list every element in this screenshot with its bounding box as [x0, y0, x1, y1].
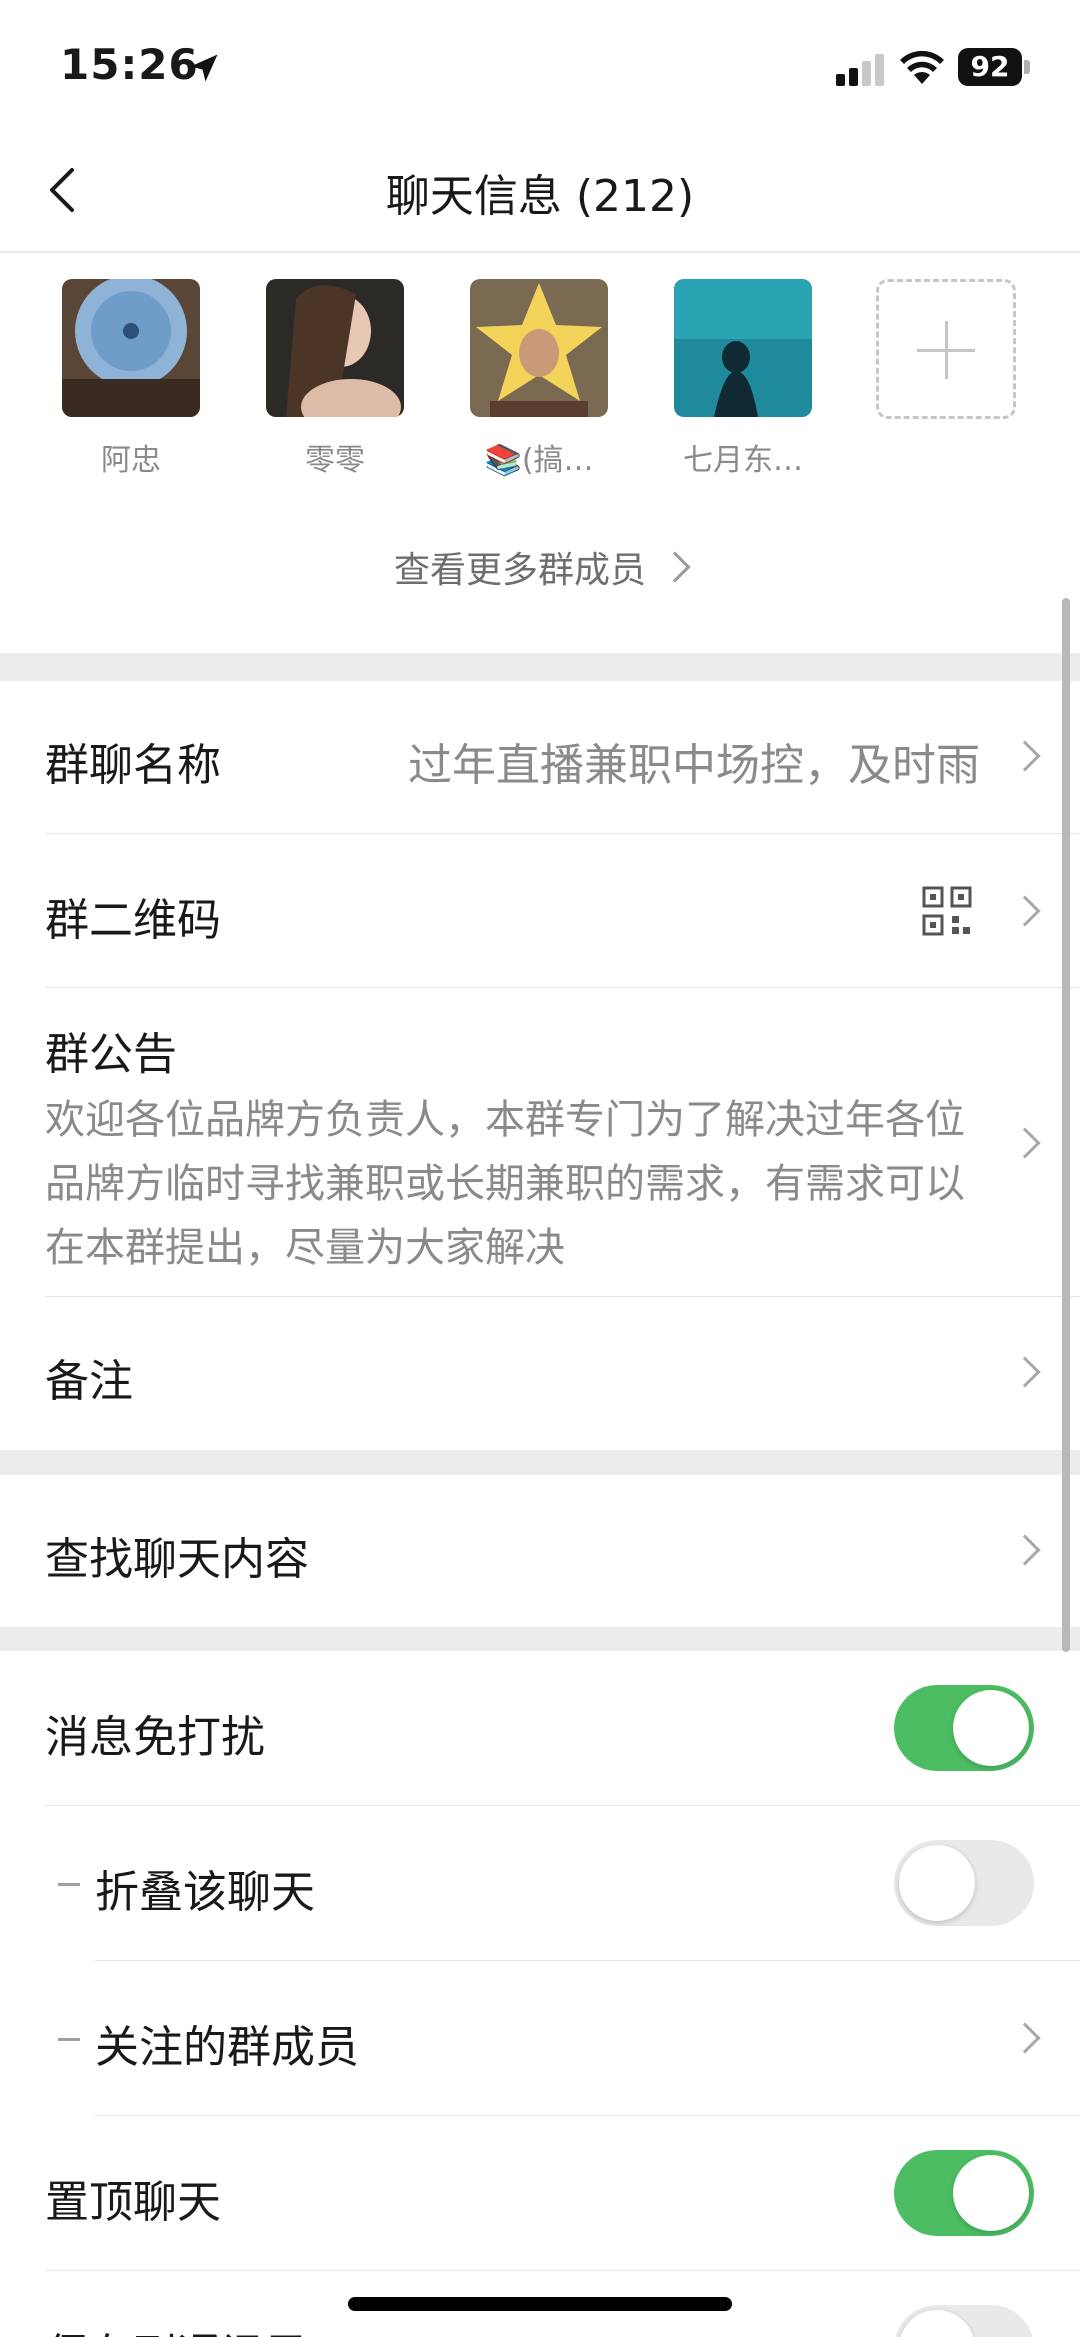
chevron-right-icon	[659, 551, 691, 583]
wifi-icon	[900, 50, 944, 84]
scrollbar[interactable]	[1062, 598, 1070, 1652]
remark-label: 备注	[45, 1356, 133, 1407]
home-indicator[interactable]	[348, 2297, 732, 2311]
avatar	[62, 275, 200, 417]
battery-indicator: 92	[958, 48, 1030, 86]
add-member-button[interactable]	[876, 279, 1016, 419]
mute-row: 消息免打扰	[0, 1651, 1080, 1806]
group-announcement-label: 群公告	[45, 1029, 177, 1080]
member-name: 零零	[305, 443, 365, 478]
member-item[interactable]: 阿忠	[62, 275, 200, 479]
chevron-right-icon	[1009, 2022, 1041, 2054]
member-name: 📚(搞…	[484, 443, 594, 478]
mute-toggle[interactable]	[894, 1685, 1034, 1771]
group-name-label: 群聊名称	[45, 740, 221, 791]
search-chat-label: 查找聊天内容	[45, 1534, 309, 1585]
toggle-knob	[899, 2310, 975, 2337]
pin-chat-toggle[interactable]	[894, 2150, 1034, 2236]
remark-row[interactable]: 备注	[0, 1297, 1080, 1450]
save-to-contacts-toggle[interactable]	[894, 2305, 1034, 2337]
dash-icon	[58, 1883, 80, 1886]
chevron-right-icon	[1009, 1127, 1041, 1159]
group-qr-label: 群二维码	[45, 895, 221, 946]
dash-icon	[58, 2038, 80, 2041]
view-more-members-label: 查看更多群成员	[393, 550, 646, 591]
followed-members-row[interactable]: 关注的群成员	[0, 1961, 1080, 2116]
toggle-knob	[899, 1845, 975, 1921]
group-announcement-text: 欢迎各位品牌方负责人，本群专门为了解决过年各位品牌方临时寻找兼职或长期兼职的需求…	[45, 1097, 965, 1271]
chevron-right-icon	[1009, 895, 1041, 927]
followed-members-label: 关注的群成员	[95, 2022, 359, 2073]
mute-label: 消息免打扰	[45, 1712, 265, 1763]
member-item[interactable]: 七月东…	[674, 279, 812, 479]
member-item[interactable]: 零零	[266, 279, 404, 479]
pin-chat-row: 置顶聊天	[0, 2116, 1080, 2271]
toggle-knob	[953, 2155, 1029, 2231]
group-members-panel: 阿忠 零零 📚(搞… 七月东… 查看更多群成员	[0, 253, 1080, 653]
group-qr-row[interactable]: 群二维码	[0, 834, 1080, 988]
avatar	[470, 279, 608, 417]
member-name: 七月东…	[683, 443, 803, 478]
status-time: 15:26	[60, 40, 199, 89]
battery-level: 92	[958, 48, 1022, 86]
qr-code-icon	[922, 886, 972, 936]
save-to-contacts-label: 保存到通讯录	[45, 2319, 309, 2337]
status-bar: 15:26 92	[0, 0, 1080, 130]
chevron-right-icon	[1009, 1534, 1041, 1566]
member-name: 阿忠	[101, 443, 161, 478]
page-title: 聊天信息 (212)	[385, 171, 695, 222]
avatar	[674, 279, 812, 417]
location-arrow-icon	[190, 54, 218, 82]
fold-chat-row: 折叠该聊天	[0, 1806, 1080, 1961]
search-chat-row[interactable]: 查找聊天内容	[0, 1475, 1080, 1627]
avatar	[266, 279, 404, 435]
pin-chat-label: 置顶聊天	[45, 2177, 221, 2228]
fold-chat-label: 折叠该聊天	[95, 1867, 315, 1918]
cellular-signal-icon	[836, 54, 884, 86]
member-item[interactable]: 📚(搞…	[470, 279, 608, 479]
chevron-right-icon	[1009, 1356, 1041, 1388]
group-name-value: 过年直播兼职中场控，及时雨	[408, 740, 980, 791]
nav-bar: 聊天信息 (212)	[0, 130, 1080, 252]
group-announcement-row[interactable]: 群公告 欢迎各位品牌方负责人，本群专门为了解决过年各位品牌方临时寻找兼职或长期兼…	[0, 988, 1080, 1297]
chat-info-screen: 15:26 92 聊天信息 (212) 阿忠 零零 📚(搞… 七月东… 查看更多…	[0, 0, 1080, 2337]
fold-chat-toggle[interactable]	[894, 1840, 1034, 1926]
group-name-row[interactable]: 群聊名称 过年直播兼职中场控，及时雨	[0, 681, 1080, 834]
battery-cap	[1024, 60, 1030, 74]
toggle-knob	[953, 1690, 1029, 1766]
chevron-right-icon	[1009, 740, 1041, 772]
view-more-members-link[interactable]: 查看更多群成员	[0, 541, 1080, 593]
